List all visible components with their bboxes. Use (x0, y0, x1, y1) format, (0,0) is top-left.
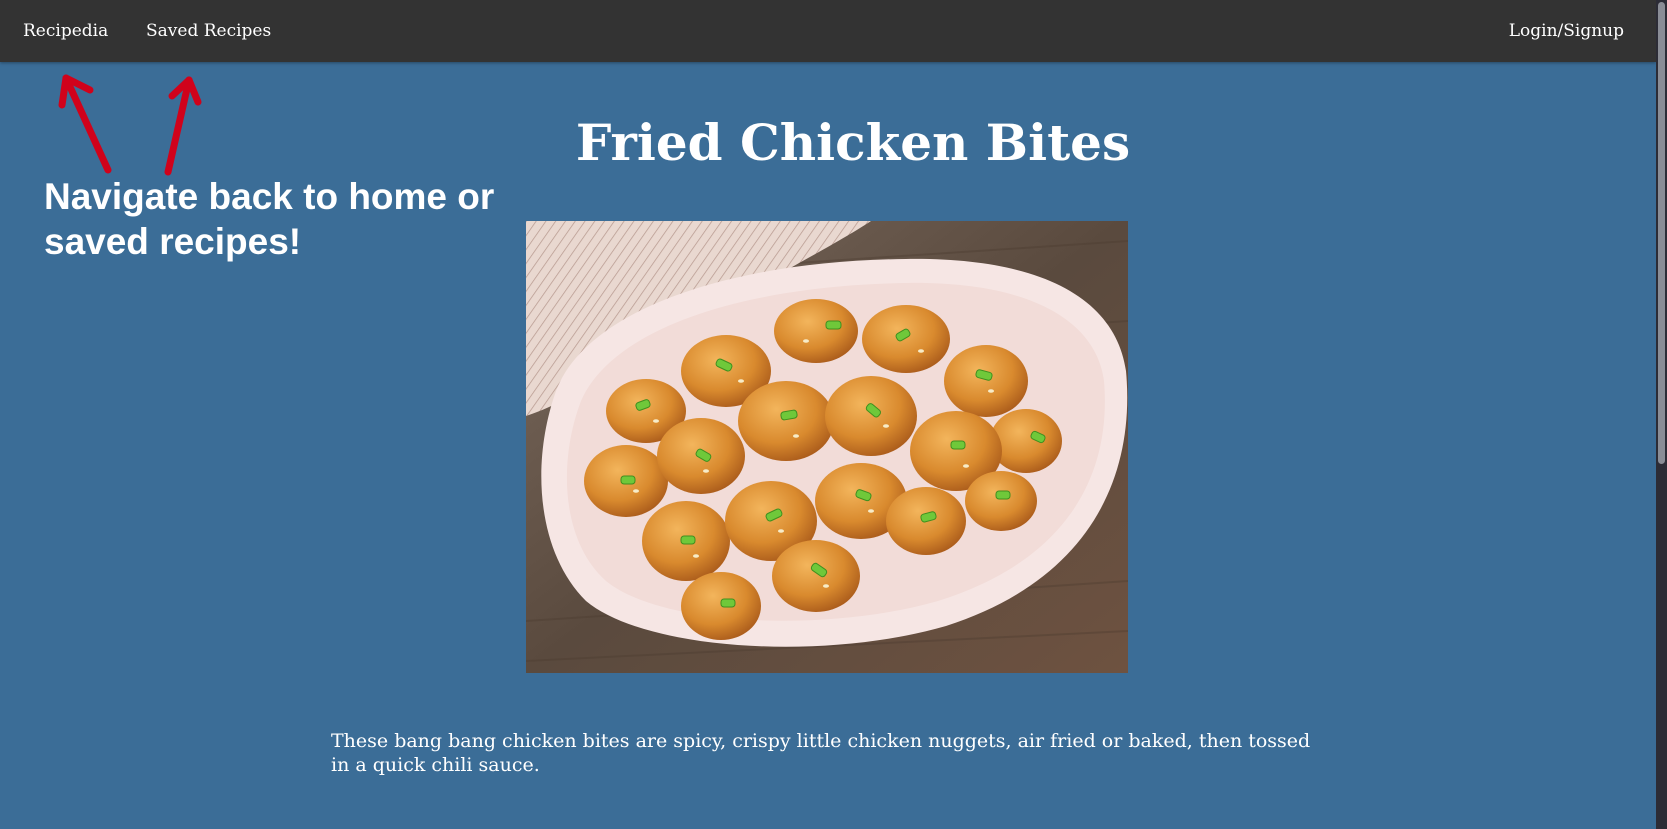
page-title: Fried Chicken Bites (575, 113, 1131, 172)
top-navbar: Recipedia Saved Recipes Login/Signup (0, 0, 1656, 62)
vertical-scrollbar[interactable] (1656, 0, 1667, 829)
nav-login-signup-link[interactable]: Login/Signup (1509, 19, 1624, 43)
nav-home-link[interactable]: Recipedia (23, 19, 108, 43)
recipe-photo (526, 221, 1128, 673)
annotation-caption: Navigate back to home or saved recipes! (44, 176, 495, 262)
recipe-image (526, 221, 1128, 673)
nav-saved-recipes-link[interactable]: Saved Recipes (146, 19, 271, 43)
recipe-description: These bang bang chicken bites are spicy,… (331, 730, 1311, 776)
scrollbar-thumb[interactable] (1658, 2, 1665, 464)
